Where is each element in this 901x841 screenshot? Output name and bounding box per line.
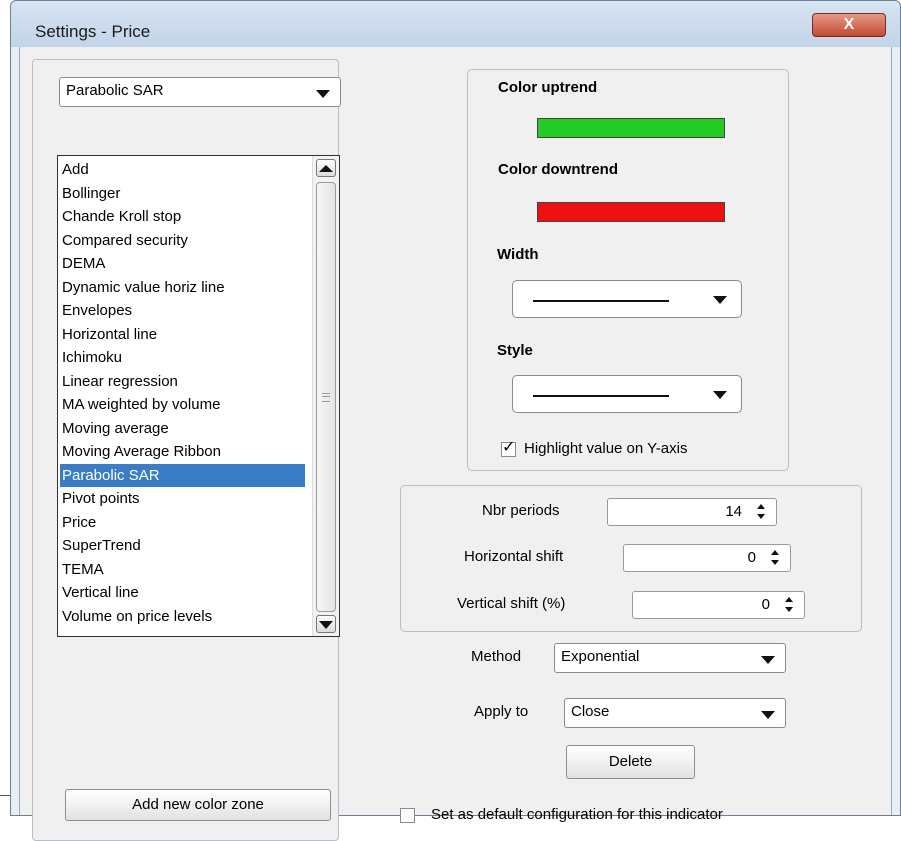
add-color-zone-button[interactable]: Add new color zone: [65, 789, 331, 821]
scroll-up-button[interactable]: [316, 159, 336, 177]
delete-button[interactable]: Delete: [566, 745, 695, 779]
chevron-down-icon: [713, 296, 727, 304]
spinner-arrows-icon[interactable]: [784, 597, 794, 613]
scrollbar-thumb[interactable]: [316, 182, 336, 612]
indicator-dropdown-value: Parabolic SAR: [66, 82, 164, 99]
arrow-up-icon: [319, 165, 333, 172]
list-item[interactable]: Ichimoku: [60, 346, 305, 370]
check-icon: ✓: [502, 439, 516, 456]
list-item[interactable]: DEMA: [60, 252, 305, 276]
list-item[interactable]: Moving Average Ribbon: [60, 440, 305, 464]
style-dropdown[interactable]: [512, 375, 742, 413]
method-label: Method: [471, 648, 522, 665]
scroll-down-button[interactable]: [316, 615, 336, 633]
horizontal-shift-value: 0: [747, 549, 756, 566]
apply-to-value: Close: [571, 703, 610, 720]
add-color-zone-label: Add new color zone: [132, 796, 264, 813]
color-downtrend-label: Color downtrend: [498, 161, 618, 178]
chevron-down-icon: [761, 711, 775, 719]
list-item[interactable]: Linear regression: [60, 370, 305, 394]
list-item[interactable]: Envelopes: [60, 299, 305, 323]
list-item[interactable]: Chande Kroll stop: [60, 205, 305, 229]
method-dropdown[interactable]: Exponential: [554, 643, 786, 673]
list-item[interactable]: Dynamic value horiz line: [60, 276, 305, 300]
list-item[interactable]: Add: [60, 158, 305, 182]
indicator-dropdown[interactable]: Parabolic SAR: [59, 77, 341, 107]
nbr-periods-label: Nbr periods: [482, 502, 560, 519]
list-item[interactable]: Volume on price levels: [60, 605, 305, 629]
spinner-arrows-icon[interactable]: [756, 504, 766, 520]
list-item[interactable]: Vertical line: [60, 581, 305, 605]
list-item[interactable]: Parabolic SAR: [60, 463, 305, 487]
chevron-down-icon: [713, 391, 727, 399]
highlight-label: Highlight value on Y-axis: [524, 440, 688, 457]
vertical-shift-label: Vertical shift (%): [457, 595, 566, 612]
width-line-sample: [533, 300, 669, 302]
list-item[interactable]: Pivot points: [60, 487, 305, 511]
title-bar: Settings - Price X: [11, 1, 900, 47]
list-item[interactable]: MA weighted by volume: [60, 393, 305, 417]
arrow-down-icon: [319, 621, 333, 629]
vertical-shift-value: 0: [761, 596, 770, 613]
window-edge: [0, 795, 10, 817]
indicator-listbox[interactable]: Add Bollinger Chande Kroll stop Compared se…: [57, 155, 340, 637]
list-item[interactable]: Horizontal line: [60, 323, 305, 347]
list-item[interactable]: TEMA: [60, 558, 305, 582]
list-item[interactable]: Moving average: [60, 417, 305, 441]
color-uptrend-label: Color uptrend: [498, 79, 598, 96]
chevron-down-icon: [761, 656, 775, 664]
apply-to-label: Apply to: [474, 703, 529, 720]
close-icon: X: [843, 16, 855, 33]
apply-to-dropdown[interactable]: Close: [564, 698, 786, 728]
list-item[interactable]: Bollinger: [60, 182, 305, 206]
nbr-periods-value: 14: [725, 503, 742, 520]
nbr-periods-spinner[interactable]: 14: [607, 498, 777, 526]
style-label: Style: [497, 342, 533, 359]
dialog-body: Parabolic SAR Add Bollinger Chande Kroll s…: [19, 47, 892, 841]
method-value: Exponential: [561, 648, 640, 665]
vertical-shift-spinner[interactable]: 0: [632, 591, 805, 619]
list-item[interactable]: SuperTrend: [60, 534, 305, 558]
delete-label: Delete: [608, 753, 653, 770]
close-button[interactable]: X: [812, 13, 886, 37]
chevron-down-icon: [316, 90, 330, 98]
width-dropdown[interactable]: [512, 280, 742, 318]
highlight-checkbox[interactable]: ✓: [501, 439, 516, 457]
horizontal-shift-spinner[interactable]: 0: [623, 544, 791, 572]
color-downtrend-swatch[interactable]: [537, 202, 725, 222]
width-label: Width: [497, 246, 539, 263]
color-uptrend-swatch[interactable]: [537, 118, 725, 138]
settings-window: Settings - Price X Parabolic SAR Add Boll…: [10, 0, 901, 841]
spinner-arrows-icon[interactable]: [770, 550, 780, 566]
list-scrollbar[interactable]: [312, 156, 339, 636]
list-item[interactable]: Price: [60, 511, 305, 535]
horizontal-shift-label: Horizontal shift: [464, 548, 564, 565]
list-item[interactable]: Compared security: [60, 229, 305, 253]
style-line-sample: [533, 395, 669, 397]
default-config-label: Set as default configuration for this in…: [431, 806, 723, 823]
grip-icon: [322, 393, 330, 402]
window-title: Settings - Price: [35, 22, 151, 41]
